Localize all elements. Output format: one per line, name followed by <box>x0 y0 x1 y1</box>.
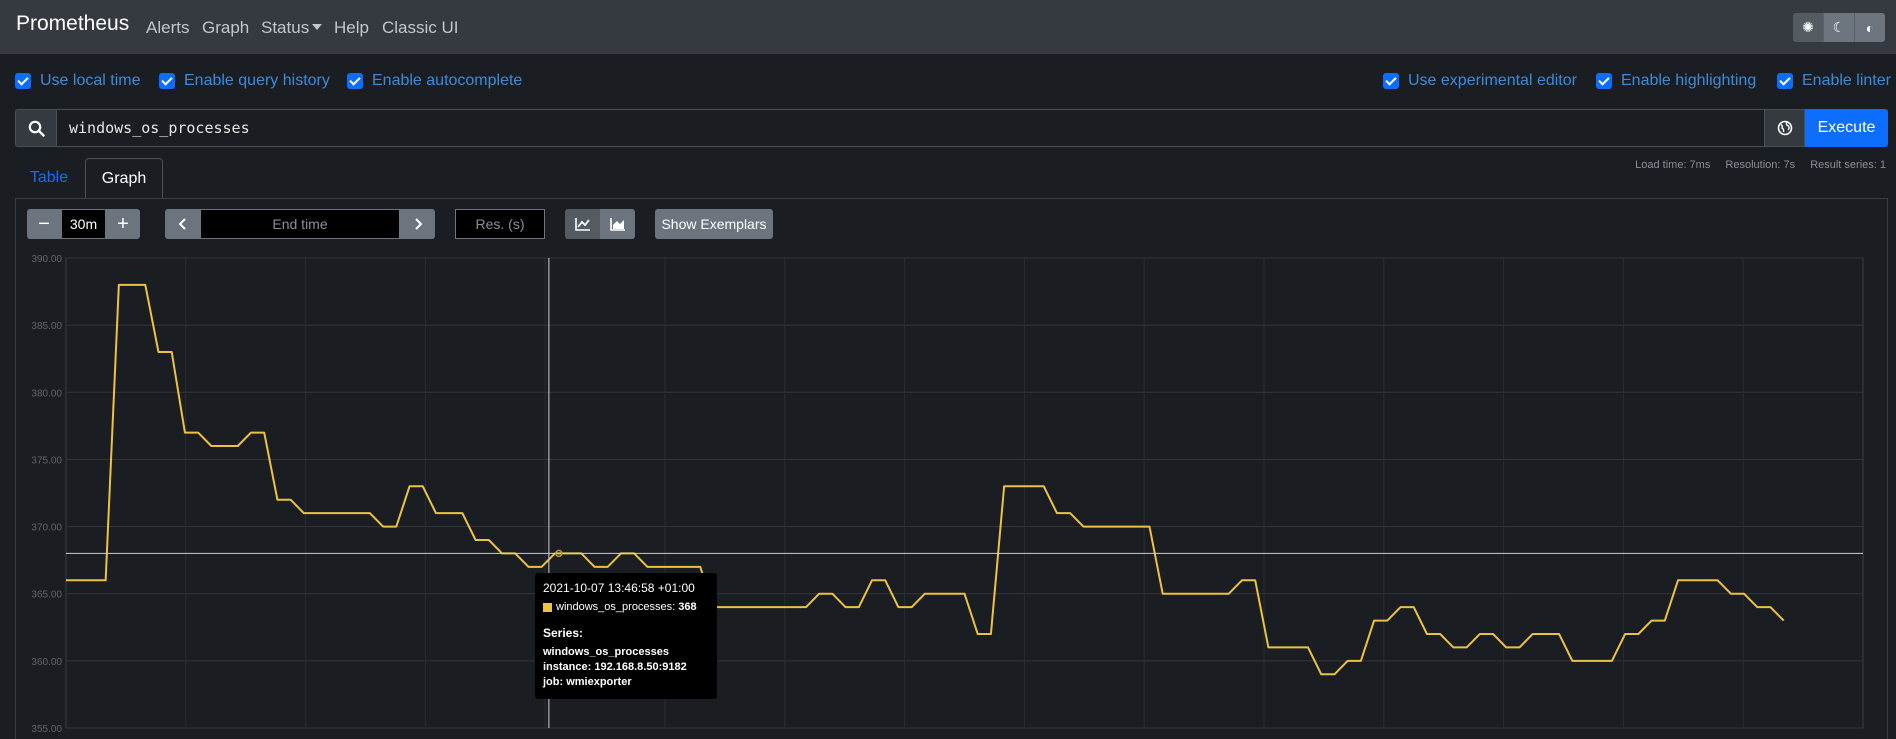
tooltip-series-heading: Series: <box>543 626 584 640</box>
y-tick-label: 355.00 <box>31 724 62 735</box>
tooltip-series-line: windows_os_processes: 368 <box>543 601 709 613</box>
y-tick-label: 360.00 <box>31 657 62 668</box>
tooltip-series-name: windows_os_processes: <box>556 601 676 613</box>
y-tick-label: 385.00 <box>31 321 62 332</box>
plot-area <box>65 257 1864 729</box>
y-tick-label: 365.00 <box>31 590 62 601</box>
tooltip-job: job: wmiexporter <box>543 676 632 688</box>
y-tick-label: 370.00 <box>31 523 62 534</box>
tooltip-metric: windows_os_processes <box>543 646 669 658</box>
series-line <box>66 283 1785 676</box>
y-tick-label: 390.00 <box>31 254 62 265</box>
tooltip-time: 2021-10-07 13:46:58 +01:00 <box>543 581 695 595</box>
y-tick-label: 380.00 <box>31 388 62 399</box>
tooltip-instance: instance: 192.168.8.50:9182 <box>543 661 687 673</box>
y-tick-label: 375.00 <box>31 455 62 466</box>
chart[interactable]: 390.00 385.00 380.00 375.00 370.00 365.00 360.… <box>0 0 1896 739</box>
series-color-swatch <box>543 602 552 612</box>
tooltip-series-value: 368 <box>678 601 697 613</box>
chart-tooltip: 2021-10-07 13:46:58 +01:00 windows_os_pr… <box>535 573 717 699</box>
